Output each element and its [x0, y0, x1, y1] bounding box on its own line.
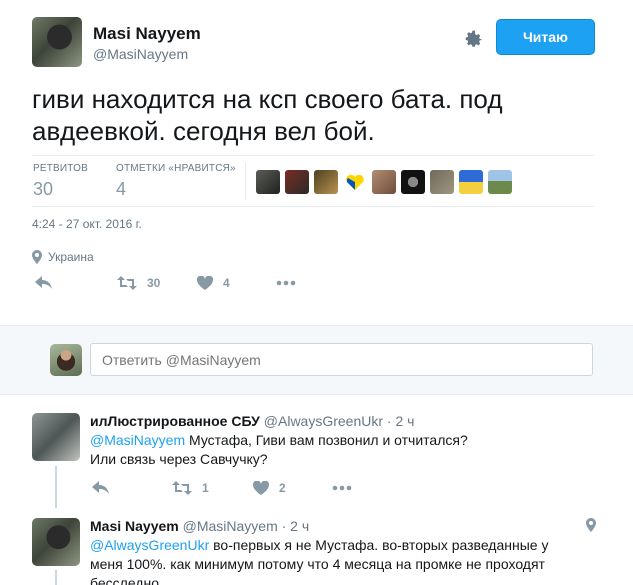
reply-composer [0, 325, 633, 395]
retweet-icon [172, 481, 192, 495]
heart-icon [253, 481, 269, 495]
reply-time[interactable]: · 2 ч [282, 518, 310, 534]
reply-tweet[interactable]: илЛюстрированное СБУ @AlwaysGreenUkr · 2… [0, 396, 633, 508]
reply-icon [92, 481, 109, 494]
tweet-timestamp[interactable]: 4:24 - 27 окт. 2016 г. [32, 217, 142, 231]
liker-avatar[interactable] [372, 170, 396, 194]
reply-text: @AlwaysGreenUkr во-первых я не Мустафа. … [90, 536, 570, 585]
retweet-button[interactable]: 1 [172, 481, 209, 495]
likes-label: ОТМЕТКИ «НРАВИТСЯ» [116, 163, 236, 174]
reply-header: илЛюстрированное СБУ @AlwaysGreenUkr · 2… [90, 413, 414, 429]
reply-button[interactable] [92, 481, 110, 495]
reply-header: Masi Nayyem @MasiNayyem · 2 ч [90, 518, 309, 534]
like-button[interactable]: 2 [253, 481, 286, 495]
more-icon [332, 485, 352, 491]
reply-text: @MasiNayyem Мустафа, Гиви вам позвонил и… [90, 431, 490, 469]
follow-button[interactable]: Читаю [496, 19, 595, 55]
tweet-location[interactable]: Украина [32, 250, 94, 264]
heart-icon [197, 276, 213, 290]
divider [32, 206, 594, 207]
stat-separator [245, 162, 246, 200]
reply-icon [35, 276, 52, 289]
reply-tweet[interactable]: Masi Nayyem @MasiNayyem · 2 ч @AlwaysGre… [0, 508, 633, 585]
location-pin-icon [32, 250, 42, 264]
liker-avatar[interactable] [343, 170, 367, 194]
liker-avatar[interactable] [314, 170, 338, 194]
like-count: 4 [223, 276, 230, 290]
reply-input[interactable] [90, 343, 593, 376]
reply-author-name[interactable]: илЛюстрированное СБУ [90, 413, 260, 429]
location-pin-icon[interactable] [586, 518, 596, 532]
retweets-label: РЕТВИТОВ [33, 163, 89, 174]
author-avatar[interactable] [32, 17, 82, 67]
reply-author-handle[interactable]: @AlwaysGreenUkr [264, 413, 383, 429]
reply-mention[interactable]: @MasiNayyem [90, 432, 185, 448]
retweet-button[interactable]: 30 [117, 276, 160, 290]
tweet-text: гиви находится на ксп своего бата. под а… [32, 84, 503, 146]
like-button[interactable]: 4 [197, 276, 230, 290]
liker-avatar[interactable] [285, 170, 309, 194]
more-button[interactable] [332, 485, 352, 491]
reply-button[interactable] [35, 276, 53, 290]
reply-avatar[interactable] [32, 413, 80, 461]
retweets-stat[interactable]: РЕТВИТОВ 30 [33, 163, 88, 200]
likes-value: 4 [116, 179, 127, 199]
liker-avatar[interactable] [401, 170, 425, 194]
liker-avatar[interactable] [488, 170, 512, 194]
more-button[interactable] [276, 280, 296, 286]
author-name[interactable]: Masi Nayyem [93, 24, 201, 44]
current-user-avatar [50, 344, 82, 376]
likes-stat[interactable]: ОТМЕТКИ «НРАВИТСЯ» 4 [116, 163, 236, 200]
reply-time[interactable]: · 2 ч [387, 413, 415, 429]
liker-avatar[interactable] [256, 170, 280, 194]
thread-line [55, 466, 57, 508]
retweets-value: 30 [33, 179, 54, 199]
retweet-count: 1 [202, 481, 209, 495]
more-icon [276, 280, 296, 286]
liker-avatar[interactable] [430, 170, 454, 194]
reply-avatar[interactable] [32, 518, 80, 566]
divider [32, 155, 594, 156]
liker-avatar[interactable] [459, 170, 483, 194]
gear-icon[interactable] [462, 27, 484, 49]
retweet-count: 30 [147, 276, 161, 290]
main-tweet: Masi Nayyem @MasiNayyem Читаю гиви наход… [0, 0, 633, 325]
reply-author-handle[interactable]: @MasiNayyem [183, 518, 278, 534]
thread-line [55, 570, 57, 585]
like-count: 2 [279, 481, 286, 495]
author-handle[interactable]: @MasiNayyem [93, 46, 188, 62]
retweet-icon [117, 276, 137, 290]
location-label: Украина [48, 250, 94, 264]
reply-author-name[interactable]: Masi Nayyem [90, 518, 179, 534]
reply-mention[interactable]: @AlwaysGreenUkr [90, 537, 209, 553]
